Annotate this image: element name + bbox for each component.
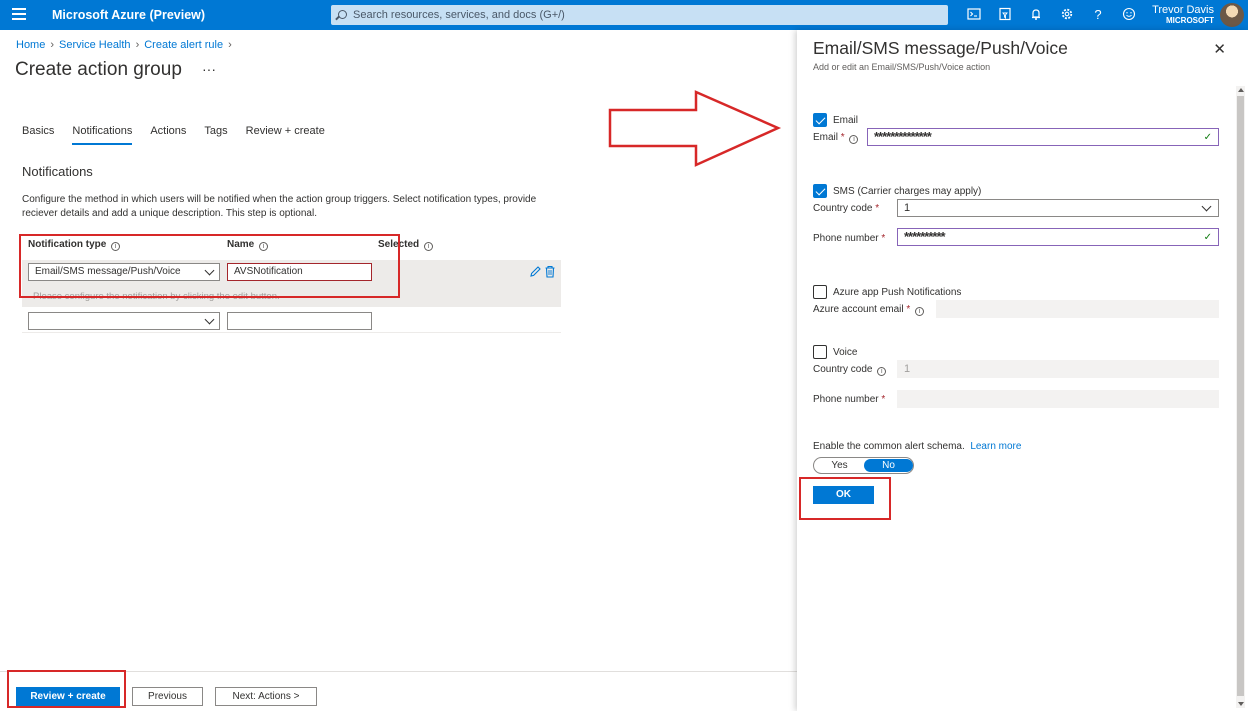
next-actions-button[interactable]: Next: Actions > (215, 687, 317, 706)
sms-phone-field[interactable]: ********** ✓ (897, 228, 1219, 246)
scroll-down-icon[interactable] (1238, 702, 1244, 706)
tab-notifications[interactable]: Notifications (72, 125, 133, 145)
schema-label-text: Enable the common alert schema. (813, 441, 965, 452)
info-icon[interactable]: i (423, 242, 433, 251)
voice-country-label-text: Country code (813, 364, 873, 375)
email-label: Email * i (813, 132, 859, 144)
sms-phone-value: ********** (904, 229, 946, 244)
voice-phone-label-text: Phone number (813, 394, 879, 405)
sms-phone-label: Phone number * (813, 233, 885, 244)
sms-country-label-text: Country code (813, 203, 873, 214)
info-icon[interactable]: i (849, 135, 859, 144)
portal-brand[interactable]: Microsoft Azure (Preview) (52, 8, 205, 22)
tab-basics[interactable]: Basics (22, 125, 54, 145)
search-input[interactable]: Search resources, services, and docs (G+… (331, 5, 948, 25)
sms-checkbox[interactable] (813, 184, 827, 198)
close-icon[interactable]: ✕ (1213, 40, 1226, 58)
email-value: ************** (874, 129, 932, 144)
info-icon[interactable]: i (877, 367, 887, 376)
chevron-right-icon: › (228, 39, 232, 51)
voice-checkbox[interactable] (813, 345, 827, 359)
breadcrumb-home[interactable]: Home (16, 39, 45, 51)
push-checkbox-label: Azure app Push Notifications (833, 287, 962, 298)
user-org: MICROSOFT (1166, 16, 1214, 25)
schema-label: Enable the common alert schema. Learn mo… (813, 441, 1021, 452)
previous-button[interactable]: Previous (132, 687, 203, 706)
more-icon[interactable]: ··· (202, 61, 216, 77)
delete-icon[interactable] (544, 265, 556, 278)
cloud-shell-icon[interactable] (966, 7, 982, 23)
checkmark-icon: ✓ (1203, 132, 1212, 143)
menu-icon[interactable] (12, 8, 26, 22)
top-bar: Microsoft Azure (Preview) Search resourc… (0, 0, 1248, 30)
search-placeholder: Search resources, services, and docs (G+… (353, 9, 565, 21)
email-checkbox-label: Email (833, 115, 859, 126)
toggle-yes[interactable]: Yes (815, 459, 864, 472)
voice-phone-label: Phone number * (813, 394, 885, 405)
common-alert-schema-toggle[interactable]: Yes No (813, 457, 914, 474)
chevron-right-icon: › (50, 39, 55, 51)
notification-type-dropdown-empty[interactable] (28, 312, 220, 330)
breadcrumb: Home › Service Health › Create alert rule › (16, 39, 237, 51)
email-checkbox[interactable] (813, 113, 827, 127)
chevron-down-icon (204, 314, 215, 325)
tab-tags[interactable]: Tags (204, 125, 227, 145)
annotation-arrow (608, 90, 782, 167)
section-description: Configure the method in which users will… (22, 194, 537, 219)
settings-icon[interactable] (1059, 7, 1075, 23)
page-title: Create action group (15, 59, 182, 80)
push-email-label-text: Azure account email (813, 304, 904, 315)
email-field[interactable]: ************** ✓ (867, 128, 1219, 146)
scrollbar-thumb[interactable] (1237, 96, 1244, 696)
info-icon[interactable]: i (915, 307, 925, 316)
checkmark-icon: ✓ (1203, 232, 1212, 243)
voice-checkbox-label: Voice (833, 347, 858, 358)
chevron-right-icon: › (135, 39, 140, 51)
panel-subtitle: Add or edit an Email/SMS/Push/Voice acti… (813, 62, 991, 72)
account-menu[interactable]: Trevor Davis MICROSOFT (1152, 4, 1214, 25)
avatar[interactable] (1220, 3, 1244, 27)
email-label-text: Email (813, 132, 839, 143)
search-icon (338, 10, 347, 19)
required-marker: * (840, 132, 845, 143)
notifications-icon[interactable] (1028, 7, 1044, 23)
breadcrumb-service-health[interactable]: Service Health (59, 39, 131, 51)
sms-checkbox-label: SMS (Carrier charges may apply) (833, 186, 982, 197)
voice-country-code-field[interactable]: 1 (897, 360, 1219, 378)
annotation-box (19, 234, 400, 298)
breadcrumb-create-alert-rule[interactable]: Create alert rule (144, 39, 223, 51)
required-marker: * (881, 233, 886, 244)
scrollbar[interactable] (1236, 86, 1245, 708)
user-name: Trevor Davis (1152, 4, 1214, 16)
chevron-down-icon (1201, 201, 1212, 212)
required-marker: * (906, 304, 911, 315)
annotation-box (7, 670, 126, 708)
section-title: Notifications (22, 164, 93, 179)
scroll-up-icon[interactable] (1238, 88, 1244, 92)
sms-country-code-dropdown[interactable]: 1 (897, 199, 1219, 217)
learn-more-link[interactable]: Learn more (970, 441, 1021, 452)
divider (22, 332, 561, 333)
push-email-field[interactable] (936, 300, 1219, 318)
sms-phone-label-text: Phone number (813, 233, 879, 244)
sms-country-label: Country code * (813, 203, 879, 214)
required-marker: * (881, 394, 886, 405)
notification-name-input-empty[interactable] (227, 312, 372, 330)
required-marker: * (875, 203, 880, 214)
edit-icon[interactable] (529, 265, 542, 278)
tab-actions[interactable]: Actions (150, 125, 186, 145)
tab-bar: Basics Notifications Actions Tags Review… (22, 125, 343, 145)
push-email-label: Azure account email * i (813, 304, 925, 316)
voice-country-label: Country code i (813, 364, 887, 376)
feedback-icon[interactable] (1121, 7, 1137, 23)
help-icon[interactable]: ? (1090, 7, 1106, 23)
push-checkbox[interactable] (813, 285, 827, 299)
voice-phone-field[interactable] (897, 390, 1219, 408)
annotation-box (799, 477, 891, 520)
panel-title: Email/SMS message/Push/Voice (813, 38, 1068, 58)
tab-review-create[interactable]: Review + create (246, 125, 325, 145)
toggle-no[interactable]: No (864, 459, 913, 472)
directory-filter-icon[interactable] (997, 7, 1013, 23)
sms-country-value: 1 (904, 202, 911, 214)
